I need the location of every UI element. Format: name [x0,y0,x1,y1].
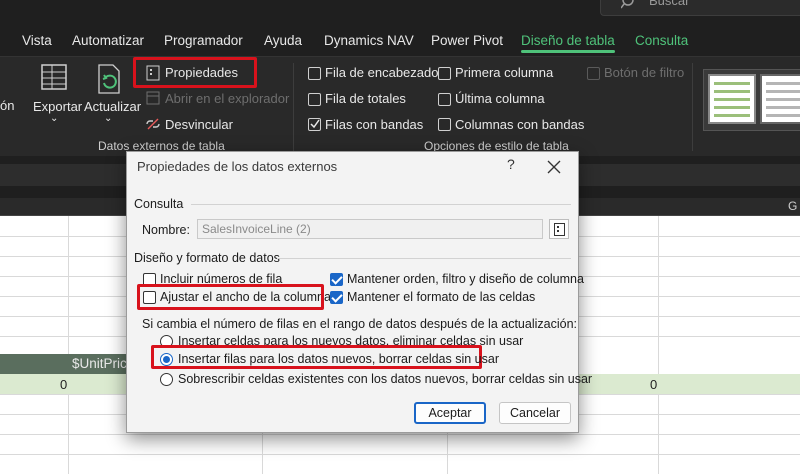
dialog-title: Propiedades de los datos externos [137,159,338,174]
fila-encabezado-label: Fila de encabezado [325,65,439,80]
connection-properties-button[interactable] [549,219,569,239]
primera-columna-checkbox[interactable] [438,67,451,80]
unlink-icon [146,118,160,130]
exportar-button[interactable]: Exportar [33,99,82,114]
columnas-bandas-label: Columnas con bandas [455,117,585,132]
export-table-icon [41,64,67,90]
actualizar-button[interactable]: Actualizar [84,99,141,114]
ultima-columna-label: Última columna [455,91,545,106]
table-styles-gallery[interactable] [703,69,800,131]
opcion-sobrescribir-label: Sobrescribir celdas existentes con los d… [178,372,593,386]
section-divider [191,204,571,205]
filas-bandas-label: Filas con bandas [325,117,424,132]
mantener-orden-label: Mantener orden, filtro y diseño de colum… [347,272,584,286]
mantener-orden-checkbox[interactable] [330,273,343,286]
column-header-g[interactable]: G [788,199,797,213]
help-button[interactable]: ? [507,156,515,172]
table-style-thumbnail[interactable] [708,74,756,124]
search-icon [621,0,634,9]
filas-bandas-checkbox[interactable] [308,118,321,131]
desvincular-button[interactable]: Desvincular [165,117,233,132]
tab-consulta[interactable]: Consulta [635,33,688,48]
tab-diseno-de-tabla[interactable]: Diseño de tabla [521,33,615,53]
tab-power-pivot[interactable]: Power Pivot [431,33,503,48]
checkmark-icon [310,119,320,129]
tab-vista[interactable]: Vista [22,33,52,48]
tab-programador[interactable]: Programador [164,33,243,48]
section-divider [277,258,571,259]
tab-ayuda[interactable]: Ayuda [264,33,302,48]
aceptar-button[interactable]: Aceptar [414,402,486,424]
unitprice-header: $UnitPric [72,356,127,371]
section-consulta: Consulta [134,197,184,211]
search-box[interactable]: Buscar [600,0,800,16]
nombre-label: Nombre: [142,223,190,237]
ribbon: ón Exportar ⌄ Actualizar ⌄ Propiedades A… [0,56,800,156]
propiedades-highlight [133,57,257,88]
tab-automatizar[interactable]: Automatizar [72,33,144,48]
boton-filtro-label: Botón de filtro [604,65,685,80]
mantener-formato-label: Mantener el formato de las celdas [347,290,536,304]
si-cambia-label: Si cambia el número de filas en el rango… [142,317,577,331]
ribbon-separator [692,63,693,151]
refresh-icon [98,64,120,94]
table-style-thumbnail[interactable] [760,74,800,124]
columnas-bandas-checkbox[interactable] [438,118,451,131]
fila-totales-label: Fila de totales [325,91,406,106]
section-diseno: Diseño y formato de datos [134,251,280,265]
exportar-chevron-icon[interactable]: ⌄ [50,113,58,124]
abrir-explorador-button[interactable]: Abrir en el explorador [165,91,289,106]
opcion-sobrescribir-radio[interactable] [160,373,173,386]
cancelar-button[interactable]: Cancelar [499,402,571,424]
browser-icon [146,91,160,105]
ribbon-tabs: Vista Automatizar Programador Ayuda Dyna… [0,28,800,54]
opcion-insertar-filas-label: Insertar filas para los datos nuevos, bo… [178,352,499,366]
external-data-properties-dialog: Propiedades de los datos externos ? Cons… [126,151,592,433]
ultima-columna-checkbox[interactable] [438,93,451,106]
mantener-formato-checkbox[interactable] [330,291,343,304]
tab-dynamics-nav[interactable]: Dynamics NAV [324,33,414,48]
boton-filtro-checkbox[interactable] [587,67,600,80]
search-placeholder: Buscar [649,0,690,8]
opcion-insertar-filas-radio[interactable] [160,353,173,366]
ribbon-partial-label[interactable]: ón [0,98,14,113]
cell-value[interactable]: 0 [650,377,657,392]
fila-totales-checkbox[interactable] [308,93,321,106]
close-icon[interactable] [547,160,561,174]
actualizar-chevron-icon[interactable]: ⌄ [104,113,112,124]
nombre-field[interactable]: SalesInvoiceLine (2) [197,219,543,239]
fila-encabezado-checkbox[interactable] [308,67,321,80]
cell-value[interactable]: 0 [60,377,67,392]
primera-columna-label: Primera columna [455,65,554,80]
ajustar-ancho-highlight [137,284,324,310]
properties-icon [554,223,565,236]
title-bar: Buscar [0,0,800,28]
ribbon-separator [293,63,294,151]
